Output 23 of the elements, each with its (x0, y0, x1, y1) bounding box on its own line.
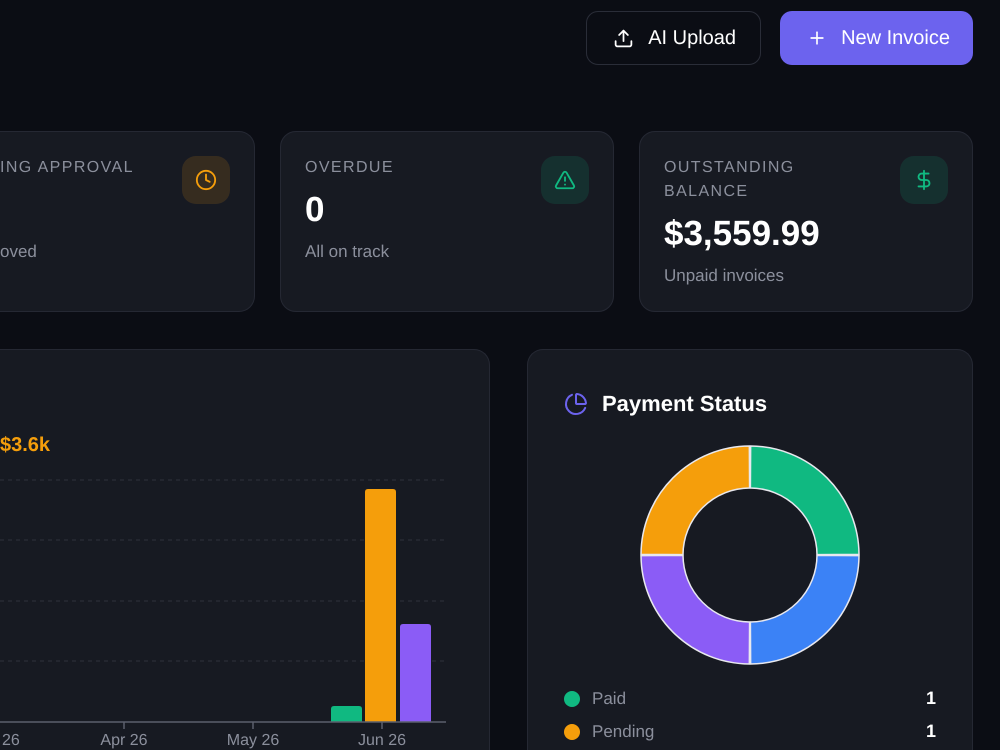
x-axis-label: Jun 26 (358, 732, 406, 749)
legend-count: 1 (926, 687, 936, 710)
legend-label: Paid (592, 688, 626, 710)
upload-icon (613, 28, 634, 48)
stat-caption: Unpaid invoices (664, 265, 786, 287)
chart-bar (331, 706, 362, 722)
stat-label: OVERDUE (305, 158, 394, 178)
x-axis-label: Apr 26 (100, 732, 148, 749)
stat-caption: oved (0, 241, 38, 263)
stat-value: 0 (305, 190, 326, 230)
total-amount: $3.6k (0, 433, 52, 458)
legend-count: 1 (926, 720, 936, 743)
x-axis-label: May 26 (226, 732, 280, 749)
stat-label: ING APPROVAL (0, 158, 134, 178)
ai-upload-button[interactable]: AI Upload (586, 11, 762, 65)
pie-chart-icon (564, 392, 588, 416)
stat-value: $3,559.99 (664, 214, 821, 254)
stat-label: OUTSTANDING BALANCE (664, 158, 796, 202)
stat-caption: All on track (305, 241, 390, 263)
legend-label: Pending (592, 720, 654, 743)
x-axis-label: 26 (2, 732, 20, 749)
card-title: Payment Status (602, 390, 768, 418)
new-invoice-button[interactable]: New Invoice (780, 11, 973, 65)
